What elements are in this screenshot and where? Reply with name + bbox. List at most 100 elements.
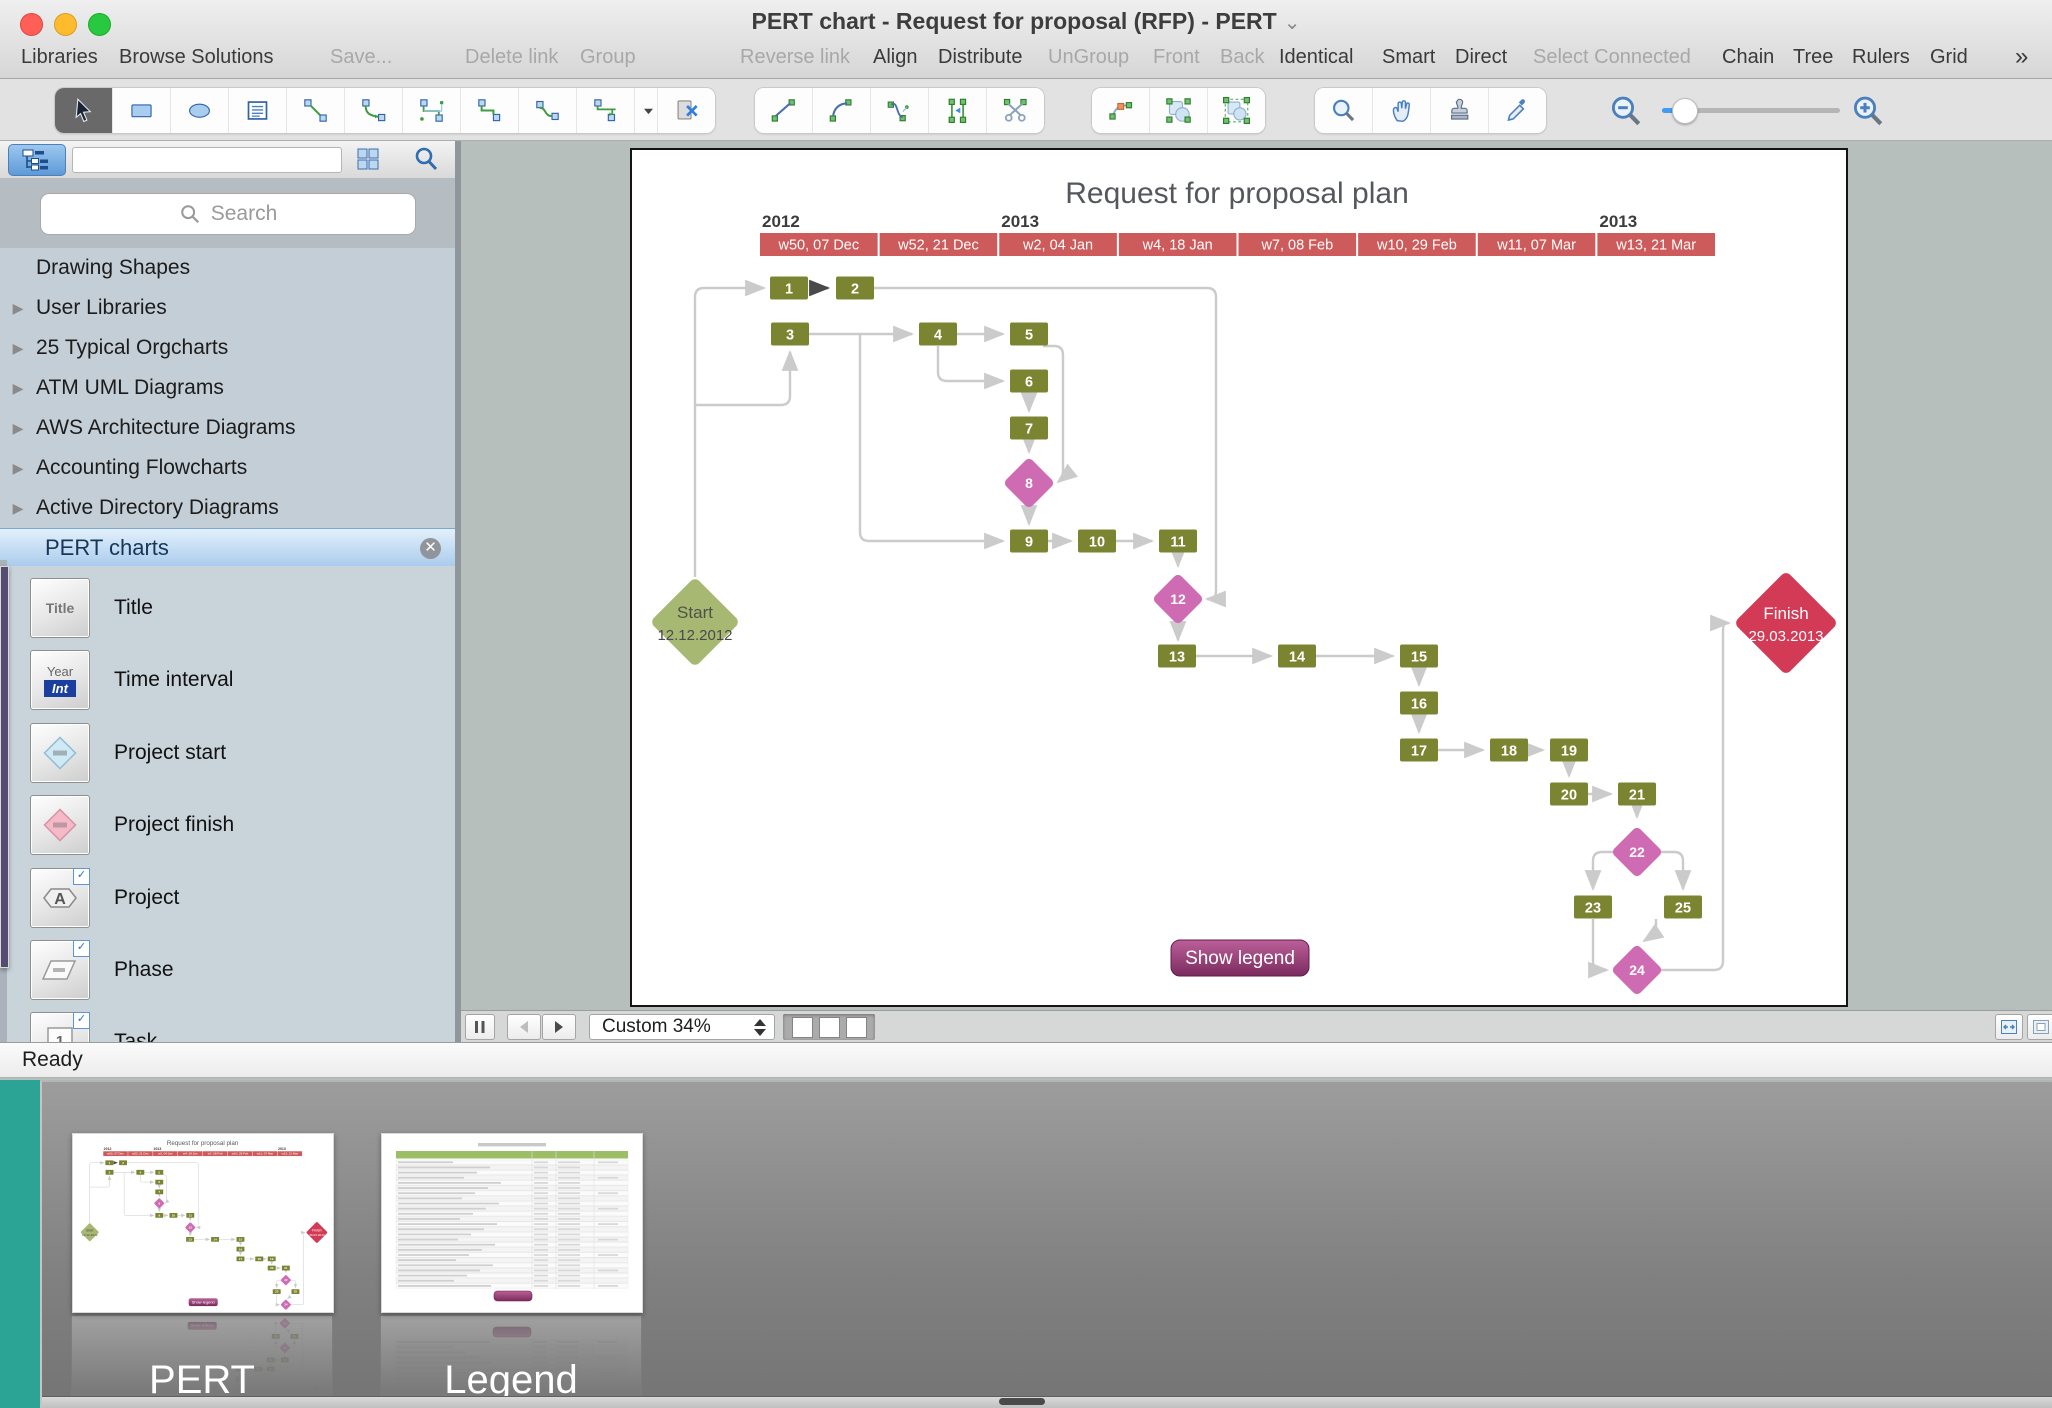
timeline-year[interactable]: 2013 <box>154 1147 162 1151</box>
pert-task-14[interactable]: 14 <box>1278 644 1316 668</box>
pert-task-2[interactable]: 2 <box>119 1160 128 1166</box>
timeline-week-cell[interactable]: w52, 21 Dec <box>879 233 998 256</box>
expand-triangle-icon[interactable]: ▶ <box>0 500 36 517</box>
section-header-pert-charts[interactable]: PERT charts ✕ <box>0 528 455 569</box>
pert-task-21[interactable]: 21 <box>1618 782 1656 806</box>
next-page-button[interactable] <box>542 1014 576 1040</box>
pert-milestone-22[interactable]: 22 <box>1611 826 1663 878</box>
pert-task-3[interactable]: 3 <box>771 322 809 346</box>
shape-item-project-finish[interactable]: Project finish <box>0 789 455 861</box>
pert-task-13[interactable]: 13 <box>1158 644 1196 668</box>
actual-size-button[interactable] <box>2027 1014 2052 1040</box>
title-chevron-icon[interactable]: ⌄ <box>1284 12 1301 34</box>
page-indicator[interactable] <box>783 1014 875 1040</box>
menu-item-libraries[interactable]: Libraries <box>21 38 98 78</box>
tree-view-button[interactable] <box>8 144 66 176</box>
pert-milestone-22[interactable]: 22 <box>280 1275 291 1286</box>
pert-milestone-12[interactable]: 12 <box>185 1222 196 1233</box>
pert-milestone-24[interactable]: 24 <box>280 1299 291 1310</box>
pages-toggle-button[interactable] <box>465 1014 495 1040</box>
pert-task-2[interactable]: 2 <box>836 276 874 300</box>
pert-finish-milestone[interactable]: Finish 29.03.2013 <box>1734 571 1839 676</box>
pert-task-23[interactable]: 23 <box>1574 895 1612 919</box>
shape-item-project[interactable]: A ✓ Project <box>0 862 455 934</box>
pert-task-11[interactable]: 11 <box>1159 529 1197 553</box>
pert-task-19[interactable]: 19 <box>1550 738 1588 762</box>
pert-link[interactable] <box>123 1172 155 1218</box>
menu-item-identical[interactable]: Identical <box>1279 38 1354 78</box>
scrollbar-thumb[interactable] <box>0 566 9 968</box>
pert-task-17[interactable]: 17 <box>1400 738 1438 762</box>
timeline-week-cell[interactable]: w52, 21 Dec <box>128 1151 153 1157</box>
pert-task-3[interactable]: 3 <box>105 1169 114 1175</box>
shape-item-time-interval[interactable]: Year Int Time interval <box>0 644 455 716</box>
pert-task-20[interactable]: 20 <box>267 1265 276 1271</box>
sidebar-scrollbar[interactable] <box>0 560 9 1042</box>
timeline-week-cell[interactable]: w11, 07 Mar <box>252 1151 278 1157</box>
shape-item-project-start[interactable]: Project start <box>0 717 455 789</box>
pert-link[interactable] <box>1043 344 1079 484</box>
timeline-year[interactable]: 2013 <box>1001 212 1039 231</box>
timeline-year[interactable]: 2012 <box>104 1147 112 1151</box>
timeline-week-cell[interactable]: w2, 04 Jan <box>999 233 1117 256</box>
page-box[interactable] <box>818 1016 840 1038</box>
phase-icon[interactable]: ✓ <box>30 940 90 1000</box>
pert-finish-milestone[interactable]: Finish 29.03.2013 <box>306 1222 328 1244</box>
pert-task-5[interactable]: 5 <box>155 1169 164 1175</box>
zoom-stepper[interactable] <box>754 1018 766 1036</box>
pert-start-milestone[interactable]: Start 12.12.2012 <box>650 577 741 668</box>
timeline-week-cell[interactable]: w10, 29 Feb <box>227 1151 253 1157</box>
sidebar-item-active-directory-diagrams[interactable]: ▶ Active Directory Diagrams <box>0 488 455 528</box>
pert-task-9[interactable]: 9 <box>155 1213 164 1218</box>
menu-overflow-chevron-icon[interactable]: » <box>2015 38 2028 78</box>
timeline-year[interactable]: 2013 <box>278 1147 286 1151</box>
pert-task-11[interactable]: 11 <box>186 1213 195 1218</box>
pert-task-10[interactable]: 10 <box>169 1213 178 1218</box>
timeline-week-cell[interactable]: w13, 21 Mar <box>277 1151 303 1157</box>
expand-triangle-icon[interactable]: ▶ <box>0 300 36 317</box>
pert-link[interactable] <box>1584 850 1615 892</box>
pert-link[interactable] <box>693 279 767 577</box>
show-legend-button[interactable]: Show legend <box>188 1298 218 1307</box>
page-box[interactable] <box>791 1016 813 1038</box>
checkbox-icon[interactable]: ✓ <box>73 940 90 957</box>
panel-drag-handle[interactable] <box>999 1398 1045 1405</box>
expand-triangle-icon[interactable]: ▶ <box>0 340 36 357</box>
timeline-week-cell[interactable]: w10, 29 Feb <box>1358 233 1476 256</box>
pert-link[interactable] <box>286 1294 292 1299</box>
time-interval-icon[interactable]: Year Int <box>30 650 90 710</box>
pert-milestone-8[interactable]: 8 <box>1003 457 1055 509</box>
pert-link[interactable] <box>1642 919 1665 943</box>
menu-item-distribute[interactable]: Distribute <box>938 38 1022 78</box>
timeline-week-cell[interactable]: w7, 08 Feb <box>202 1151 228 1157</box>
pert-link[interactable] <box>695 349 799 407</box>
pert-task-1[interactable]: 1 <box>105 1160 114 1166</box>
pert-task-16[interactable]: 16 <box>236 1246 245 1252</box>
project-icon[interactable]: A ✓ <box>30 868 90 928</box>
pert-link[interactable] <box>936 346 1006 390</box>
pert-link[interactable] <box>275 1294 281 1307</box>
zoom-level-control[interactable]: Custom 34% <box>589 1014 775 1040</box>
pert-task-4[interactable]: 4 <box>919 322 957 346</box>
pert-task-21[interactable]: 21 <box>281 1265 290 1271</box>
pert-task-25[interactable]: 25 <box>291 1289 300 1294</box>
page-box[interactable] <box>845 1016 867 1038</box>
shape-item-phase[interactable]: ✓ Phase <box>0 934 455 1006</box>
menu-item-smart[interactable]: Smart <box>1382 38 1435 78</box>
sidebar-item-user-libraries[interactable]: ▶ User Libraries <box>0 288 455 328</box>
pert-task-23[interactable]: 23 <box>272 1289 281 1294</box>
pert-link[interactable] <box>162 1174 170 1204</box>
pert-task-6[interactable]: 6 <box>1010 369 1048 393</box>
sidebar-item-accounting-flowcharts[interactable]: ▶ Accounting Flowcharts <box>0 448 455 488</box>
fit-page-button[interactable] <box>1995 1014 2023 1040</box>
pert-task-20[interactable]: 20 <box>1550 782 1588 806</box>
pert-milestone-8[interactable]: 8 <box>154 1198 165 1209</box>
library-search-button[interactable] <box>406 143 446 175</box>
pert-link[interactable] <box>274 1279 282 1289</box>
pert-milestone-24[interactable]: 24 <box>1611 944 1663 996</box>
project-finish-icon[interactable] <box>30 795 90 855</box>
pert-task-1[interactable]: 1 <box>770 276 808 300</box>
menu-item-direct[interactable]: Direct <box>1455 38 1507 78</box>
timeline-week-cell[interactable]: w50, 07 Dec <box>103 1151 128 1157</box>
library-path-field[interactable] <box>72 147 342 173</box>
